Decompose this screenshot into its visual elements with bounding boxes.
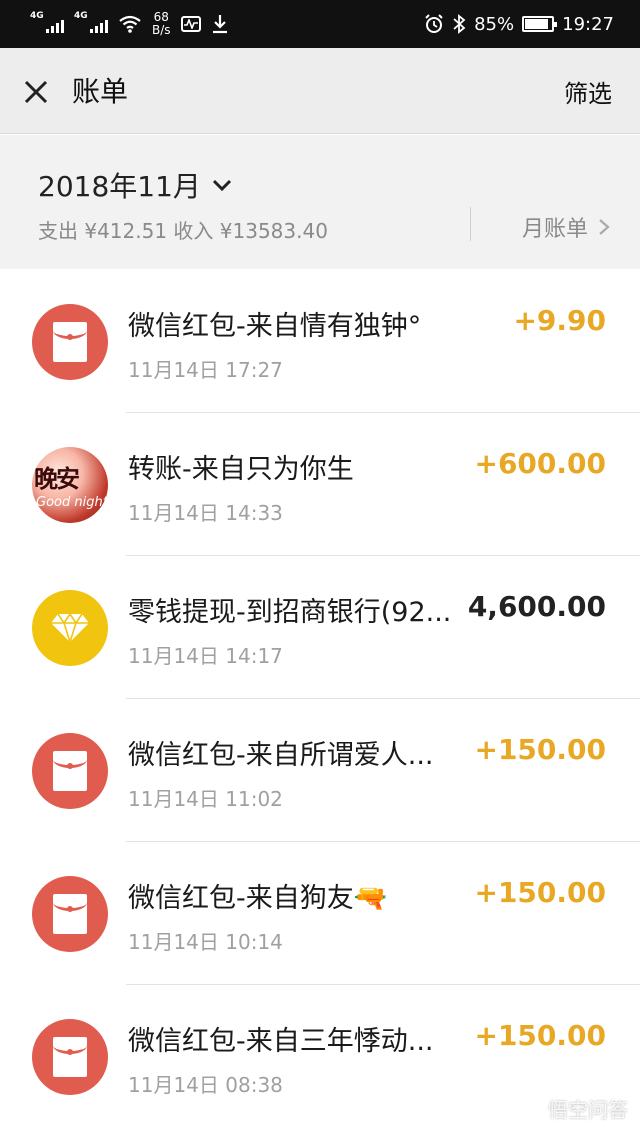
signal-icon: 4G [30,11,64,35]
user-avatar: 晚安 Good night [32,447,108,523]
chevron-down-icon [212,179,231,192]
transaction-amount: +150.00 [474,876,606,909]
bluetooth-icon [453,14,466,34]
transaction-time: 11月14日 08:38 [128,1073,283,1097]
transaction-amount: 4,600.00 [467,590,606,623]
filter-button[interactable]: 筛选 [564,74,612,109]
transaction-title: 微信红包-来自三年悸动... [128,1026,434,1057]
transaction-amount: +150.00 [474,1019,606,1052]
month-label: 2018年11月 [38,170,201,203]
transaction-row[interactable]: 零钱提现-到招商银行(92... 11月14日 14:17 4,600.00 [0,556,640,699]
transaction-amount: +600.00 [474,447,606,480]
month-selector[interactable]: 2018年11月 [38,165,233,205]
transaction-row[interactable]: 晚安 Good night 转账-来自只为你生 11月14日 14:33 +60… [0,413,640,556]
page-title: 账单 [72,75,129,108]
month-totals: 支出 ¥412.51 收入 ¥13583.40 [38,219,328,243]
alarm-icon [425,14,443,33]
transaction-row[interactable]: 微信红包-来自情有独钟° 11月14日 17:27 +9.90 [0,270,640,413]
network-speed: 68 B/s [152,10,171,37]
monthly-bill-label: 月账单 [521,217,588,242]
transaction-amount: +9.90 [513,304,606,337]
transaction-title: 微信红包-来自狗友🔫 [128,883,388,914]
nav-bar: 账单 筛选 [0,48,640,134]
diamond-icon [32,590,108,666]
transaction-time: 11月14日 17:27 [128,358,283,382]
transaction-title: 转账-来自只为你生 [128,454,354,485]
transaction-amount: +150.00 [474,733,606,766]
month-summary: 2018年11月 支出 ¥412.51 收入 ¥13583.40 月账单 [0,135,640,269]
transaction-row[interactable]: 微信红包-来自所谓爱人... 11月14日 11:02 +150.00 [0,699,640,842]
status-bar: 4G 4G 68 B/s 85% 19:27 [0,0,640,48]
transaction-row[interactable]: 微信红包-来自狗友🔫 11月14日 10:14 +150.00 [0,842,640,985]
transaction-title: 零钱提现-到招商银行(92... [128,597,452,628]
download-icon [212,15,227,34]
battery-icon [522,16,558,32]
monthly-bill-link[interactable]: 月账单 [522,211,610,243]
wifi-icon [119,15,141,33]
chevron-right-icon [599,219,610,235]
transaction-title: 微信红包-来自情有独钟° [128,311,422,342]
clock: 19:27 [562,13,614,35]
signal-icon-2: 4G [74,11,108,35]
watermark: 悟空问答 [518,1094,628,1123]
red-envelope-icon [32,876,108,952]
red-envelope-icon [32,1019,108,1095]
divider [470,207,471,241]
red-envelope-icon [32,304,108,380]
battery-percent: 85% [474,13,515,35]
transaction-list: 微信红包-来自情有独钟° 11月14日 17:27 +9.90 晚安 Good … [0,270,640,1128]
transaction-time: 11月14日 10:14 [128,930,283,954]
transaction-time: 11月14日 14:33 [128,501,283,525]
watermark-text: 悟空问答 [548,1098,628,1122]
transaction-title: 微信红包-来自所谓爱人... [128,740,434,771]
close-icon[interactable] [18,74,54,110]
transaction-time: 11月14日 11:02 [128,787,283,811]
watermark-logo-icon [519,1097,541,1120]
transaction-time: 11月14日 14:17 [128,644,283,668]
activity-monitor-icon [180,16,201,32]
red-envelope-icon [32,733,108,809]
